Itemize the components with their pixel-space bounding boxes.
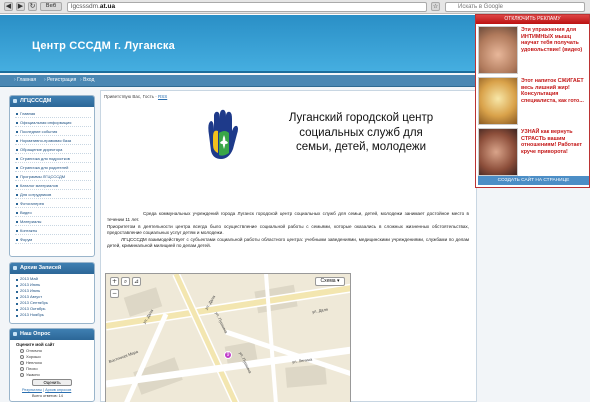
ad-item[interactable]: Этот напиток СЖИГАЕТ весь лишний жир! Ко… <box>478 77 589 125</box>
zoom-in-icon[interactable]: + <box>110 277 119 286</box>
nav-login[interactable]: Вход <box>80 77 94 83</box>
radio-icon[interactable] <box>20 372 24 377</box>
menu-item[interactable]: Контакты <box>15 227 91 235</box>
ad-item[interactable]: Эти упражнения для ИНТИМНЫХ мышц научат … <box>478 26 589 74</box>
address-bar[interactable]: lgcsssdm.at.ua <box>67 2 427 12</box>
poll-box: Наш Опрос Оцените мой сайт Отлично Хорош… <box>9 328 95 402</box>
menu-item[interactable]: Материалы <box>15 218 91 226</box>
search-icon[interactable]: ⌕ <box>121 277 130 286</box>
map-marker-icon[interactable]: 9 <box>224 351 232 359</box>
intro-paragraph: Среда коммунальных учреждений города Луг… <box>107 211 469 223</box>
archive-item[interactable]: 2013 Ноябрь <box>15 312 91 318</box>
menu-item[interactable]: Видео <box>15 209 91 217</box>
menu-item[interactable]: Для сотрудников <box>15 191 91 199</box>
menu-item[interactable]: Главная <box>15 110 91 118</box>
map-tiles <box>106 274 350 402</box>
hand-logo-icon <box>208 109 238 159</box>
ad-text[interactable]: Этот напиток СЖИГАЕТ весь лишний жир! Ко… <box>521 78 589 104</box>
tab-label: Веб <box>40 2 62 11</box>
poll-option-label: Неплохо <box>26 360 43 365</box>
ad-image[interactable] <box>478 128 518 176</box>
archive-title: Архив Записей <box>10 263 94 274</box>
poll-option-label: Плохо <box>26 366 38 371</box>
org-name-line: социальных служб для <box>299 126 423 139</box>
org-name-line: семьи, детей, молодежи <box>295 141 427 153</box>
rss-link[interactable]: RSS <box>158 94 167 99</box>
poll-option-label: Отлично <box>26 348 42 353</box>
sidebar-menu: ЛГЦСССДМ Главная Официальная информация … <box>9 95 95 257</box>
poll-results-link[interactable]: Результаты <box>22 388 42 392</box>
poll-question: Оцените мой сайт <box>16 342 55 347</box>
nav-home[interactable]: Главная <box>14 77 36 83</box>
menu-item[interactable]: Форум <box>15 236 91 244</box>
menu-item[interactable]: Последние события <box>15 128 91 136</box>
radio-icon[interactable] <box>20 354 24 359</box>
nav-register[interactable]: Регистрация <box>44 77 76 83</box>
url-domain: at.ua <box>99 3 116 10</box>
poll-option[interactable]: Ужасно <box>20 372 40 378</box>
greeting: Приветствую Вас, Гость · RSS <box>104 94 167 99</box>
poll-option-label: Ужасно <box>26 372 40 377</box>
archive-box: Архив Записей 2013 Май 2013 Июнь 2013 Ию… <box>9 262 95 324</box>
menu-item[interactable]: Обращение директора <box>15 146 91 154</box>
back-button[interactable]: ◀ <box>4 2 13 11</box>
google-search-input[interactable]: Искать в Google <box>445 2 585 12</box>
ad-item[interactable]: УЗНАЙ как вернуть СТРАСТЬ вашим отношени… <box>478 128 589 176</box>
ad-text[interactable]: Эти упражнения для ИНТИМНЫХ мышц научат … <box>521 27 589 53</box>
org-name: Луганский городской центр социальных слу… <box>253 111 469 155</box>
radio-icon[interactable] <box>20 366 24 371</box>
create-site-button[interactable]: СОЗДАТЬ САЙТ НА СТРАНИЦЕ <box>478 176 589 185</box>
priority-paragraph: Приоритетом в деятельности центра всегда… <box>107 224 469 236</box>
ad-panel: ОТКЛЮЧИТЬ РЕКЛАМУ Эти упражнения для ИНТ… <box>475 14 590 188</box>
star-icon[interactable]: ☆ <box>431 2 440 11</box>
site-title: Центр СССДМ г. Луганска <box>32 40 175 52</box>
browser-toolbar: ◀ ▶ ↻ Веб lgcsssdm.at.ua ☆ Искать в Goog… <box>0 0 590 14</box>
map-type-label: Схема <box>320 278 336 284</box>
menu-item[interactable]: Программы ЛГЦСССДМ <box>15 173 91 181</box>
map-type-selector[interactable]: Схема ▾ <box>315 277 345 286</box>
forward-button[interactable]: ▶ <box>16 2 25 11</box>
disable-ads-button[interactable]: ОТКЛЮЧИТЬ РЕКЛАМУ <box>476 15 589 24</box>
poll-links: Результаты | Архив опросов <box>22 388 72 392</box>
menu-item[interactable]: Каталог материалов <box>15 182 91 190</box>
org-name-line: Луганский городской центр <box>288 112 434 124</box>
ad-text[interactable]: УЗНАЙ как вернуть СТРАСТЬ вашим отношени… <box>521 129 589 155</box>
poll-total: Всего ответов: 14 <box>32 394 63 398</box>
zoom-slider-icon[interactable]: − <box>110 289 119 298</box>
menu-title: ЛГЦСССДМ <box>10 96 94 107</box>
reload-button[interactable]: ↻ <box>28 2 37 11</box>
ad-image[interactable] <box>478 77 518 125</box>
map-widget[interactable]: + ⌕ ⊿ − Схема ▾ ул. Даля ул. Даля ул. Да… <box>105 273 351 402</box>
menu-item[interactable]: Фотогалерея <box>15 200 91 208</box>
radio-icon[interactable] <box>20 360 24 365</box>
cooperation-paragraph: ЛГЦСССДМ взаимодействует с субъектами со… <box>107 237 469 249</box>
url-prefix: lgcsssdm. <box>71 3 100 10</box>
radio-icon[interactable] <box>20 348 24 353</box>
menu-item[interactable]: Страничка для подростков <box>15 155 91 163</box>
greeting-text: Приветствую Вас, Гость · <box>104 94 158 99</box>
menu-item[interactable]: Нормативно-правовая база <box>15 137 91 145</box>
ad-image[interactable] <box>478 26 518 74</box>
poll-title: Наш Опрос <box>10 329 94 340</box>
poll-option-label: Хорошо <box>26 354 41 359</box>
menu-item[interactable]: Официальная информация <box>15 119 91 127</box>
poll-archive-link[interactable]: Архив опросов <box>45 388 71 392</box>
ruler-icon[interactable]: ⊿ <box>132 277 141 286</box>
vote-button[interactable]: Оценить <box>32 379 72 386</box>
main-content: Приветствую Вас, Гость · RSS Луганский г… <box>100 90 477 402</box>
menu-item[interactable]: Страничка для родителей <box>15 164 91 172</box>
